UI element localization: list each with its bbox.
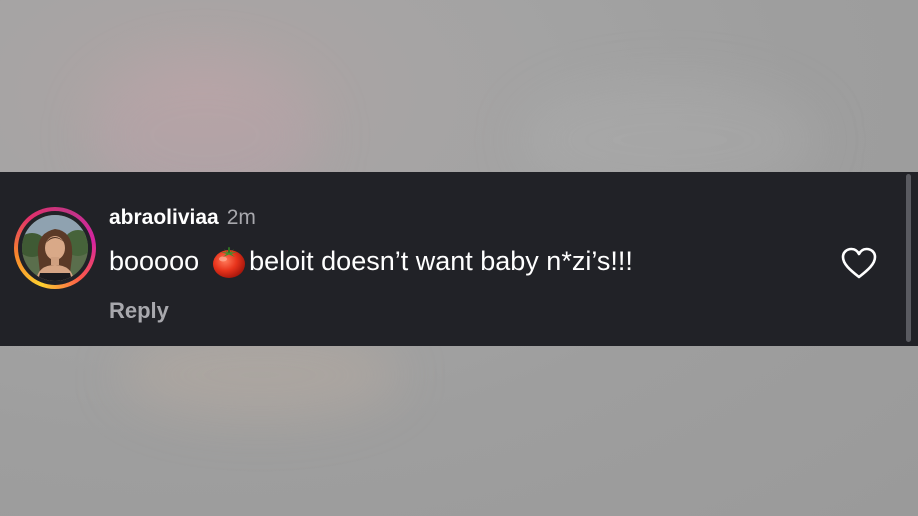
scroll-indicator[interactable] bbox=[906, 174, 911, 342]
avatar-story-ring[interactable] bbox=[14, 207, 96, 289]
comment-text-start: booooo bbox=[109, 246, 200, 276]
username[interactable]: abraoliviaa bbox=[109, 206, 219, 230]
comment-text: booooo beloit doesn’t want baby n*zi’s!!… bbox=[109, 243, 633, 279]
tomato-emoji-icon bbox=[211, 243, 247, 279]
avatar[interactable] bbox=[22, 215, 88, 281]
comment-text-end: beloit doesn’t want baby n*zi’s!!! bbox=[249, 246, 633, 276]
reply-button[interactable]: Reply bbox=[109, 298, 633, 324]
timestamp: 2m bbox=[226, 206, 256, 229]
heart-outline-icon[interactable] bbox=[840, 246, 878, 280]
comment-meta: abraoliviaa 2m bbox=[109, 206, 633, 234]
comment-item: abraoliviaa 2m booooo beloit doesn’t wan… bbox=[0, 172, 918, 346]
comment-body: abraoliviaa 2m booooo beloit doesn’t wan… bbox=[109, 206, 633, 324]
